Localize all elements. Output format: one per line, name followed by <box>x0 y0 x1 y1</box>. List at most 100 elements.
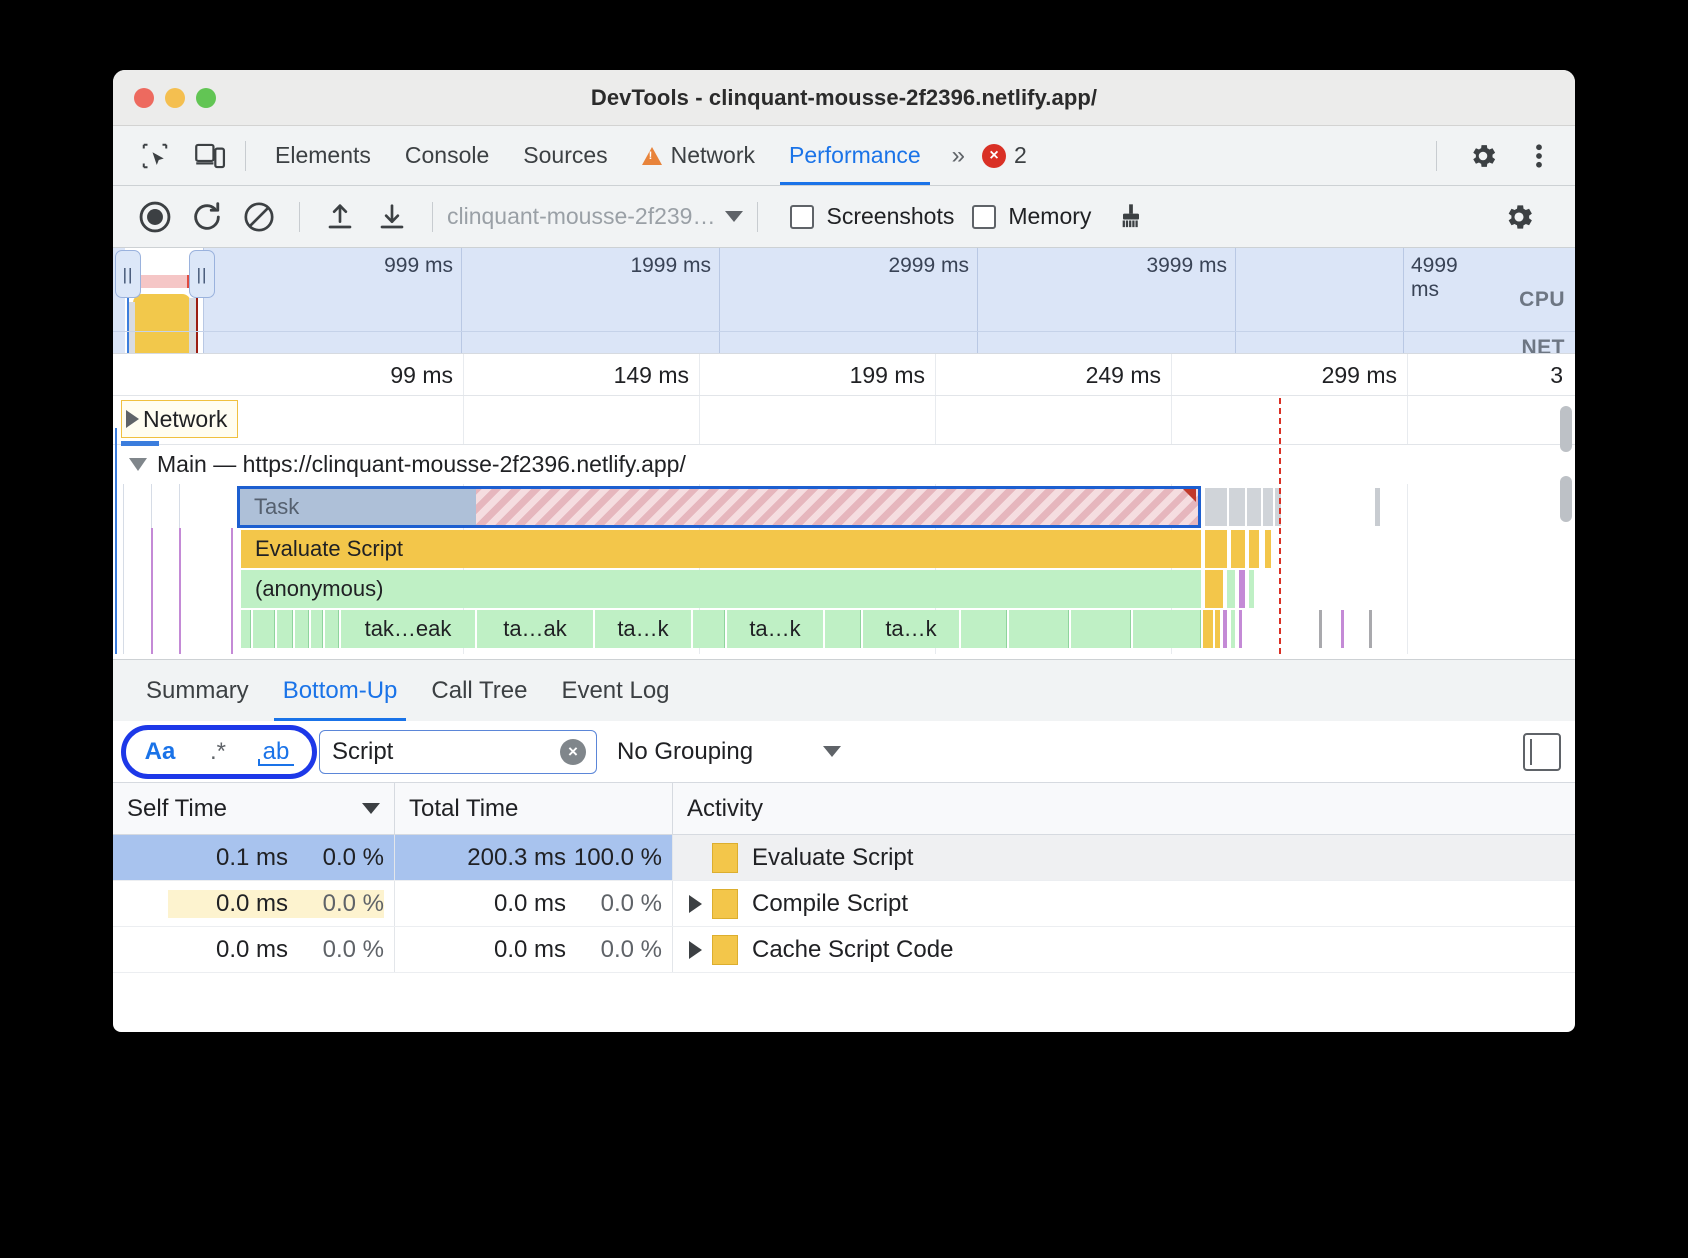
search-input[interactable] <box>330 736 560 767</box>
flame-scrollbar-thumb[interactable] <box>1560 476 1572 522</box>
table-row[interactable]: 0.1 ms 0.0 % 200.3 ms 100.0 % Evaluate S… <box>113 835 1575 881</box>
warning-triangle-icon <box>641 146 662 165</box>
flame-bar-label: ta…k <box>749 616 801 641</box>
flame-bar-label: (anonymous) <box>255 576 384 601</box>
tab-sources[interactable]: Sources <box>506 126 624 185</box>
maximize-window-button[interactable] <box>196 87 216 108</box>
memory-label: Memory <box>1008 203 1092 229</box>
clear-icon[interactable] <box>233 193 285 241</box>
flame-bar-evaluate-script[interactable]: Evaluate Script <box>241 530 1201 568</box>
bottom-up-table: Self Time Total Time Activity 0.1 ms 0.0… <box>113 783 1575 973</box>
upload-profile-icon[interactable] <box>314 193 366 241</box>
overview-tick: 2999 ms <box>888 254 969 277</box>
window-title-bar: DevTools - clinquant-mousse-2f2396.netli… <box>113 70 1575 126</box>
toolbar-divider <box>1436 140 1437 171</box>
toolbar-divider <box>432 201 433 232</box>
overview-left-handle[interactable]: || <box>115 250 141 298</box>
reload-record-icon[interactable] <box>181 193 233 241</box>
flame-bar-leaf[interactable]: ta…k <box>863 610 959 648</box>
tab-label: Performance <box>789 142 921 168</box>
table-row[interactable]: 0.0 ms 0.0 % 0.0 ms 0.0 % Cache Script C… <box>113 927 1575 973</box>
match-case-button[interactable]: Aa <box>131 730 189 774</box>
column-header-self-time[interactable]: Self Time <box>113 783 395 834</box>
profile-selector[interactable]: clinquant-mousse-2f239… <box>447 203 744 230</box>
inspect-element-icon[interactable] <box>133 134 177 178</box>
tab-label: Console <box>404 142 490 168</box>
tab-summary[interactable]: Summary <box>129 660 266 721</box>
gear-icon[interactable] <box>1461 134 1505 178</box>
ruler-tick: 199 ms <box>849 362 925 388</box>
tab-network[interactable]: Network <box>625 126 772 185</box>
cell-self-time: 0.0 ms 0.0 % <box>113 927 395 972</box>
toolbar-divider <box>299 201 300 232</box>
timeline-overview[interactable]: || || 999 ms 1999 ms 2999 ms 3999 ms 499… <box>113 248 1575 354</box>
self-time-ms: 0.1 ms <box>215 843 288 871</box>
flame-bar-label: Evaluate Script <box>255 536 403 561</box>
device-toolbar-icon[interactable] <box>189 134 233 178</box>
flame-bar-leaf[interactable]: ta…k <box>595 610 691 648</box>
match-whole-word-button[interactable]: ab <box>247 730 305 774</box>
checkbox-box <box>972 204 997 229</box>
screenshots-label: Screenshots <box>826 203 955 229</box>
activity-label: Compile Script <box>752 889 909 917</box>
details-tab-bar: Summary Bottom-Up Call Tree Event Log <box>113 659 1575 721</box>
flame-bar-leaf[interactable]: ta…ak <box>477 610 593 648</box>
ruler-tick: 149 ms <box>613 362 689 388</box>
error-count-badge[interactable]: × 2 <box>982 142 1027 169</box>
flame-bar-label: tak…eak <box>364 616 452 641</box>
column-label: Self Time <box>127 794 228 822</box>
collect-garbage-icon[interactable] <box>1105 193 1157 241</box>
network-track-label: Network <box>143 405 228 432</box>
tab-label: Summary <box>146 676 249 704</box>
grouping-dropdown[interactable]: No Grouping <box>617 738 842 766</box>
flame-bar-anonymous[interactable]: (anonymous) <box>241 570 1201 608</box>
flame-bar-leaf[interactable]: ta…k <box>727 610 823 648</box>
download-profile-icon[interactable] <box>366 193 418 241</box>
ruler-tick: 249 ms <box>1085 362 1161 388</box>
total-time-pct: 0.0 % <box>600 889 662 917</box>
memory-checkbox[interactable]: Memory <box>972 203 1091 230</box>
column-header-total-time[interactable]: Total Time <box>395 783 673 834</box>
flame-bar-task[interactable]: Task <box>237 486 1201 528</box>
tab-bottom-up[interactable]: Bottom-Up <box>266 660 415 721</box>
tab-elements[interactable]: Elements <box>258 126 388 185</box>
match-case-label: Aa <box>144 737 176 765</box>
timeline-ruler: 99 ms 149 ms 199 ms 249 ms 299 ms 3 <box>113 354 1575 396</box>
filter-input-wrapper[interactable]: × <box>319 729 597 774</box>
column-header-activity[interactable]: Activity <box>673 783 1575 834</box>
flame-bar-leaf[interactable]: tak…eak <box>341 610 475 648</box>
network-track[interactable]: Network <box>113 396 1575 444</box>
tab-label: Bottom-Up <box>282 676 398 704</box>
network-track-header[interactable]: Network <box>121 400 239 438</box>
self-time-pct: 0.0 % <box>322 843 384 871</box>
tab-performance[interactable]: Performance <box>772 126 938 185</box>
devtools-window: DevTools - clinquant-mousse-2f2396.netli… <box>113 70 1575 1032</box>
clear-input-icon[interactable]: × <box>560 738 586 765</box>
tab-console[interactable]: Console <box>388 126 506 185</box>
kebab-menu-icon[interactable] <box>1517 134 1561 178</box>
use-regex-button[interactable]: .* <box>189 730 247 774</box>
screenshots-checkbox[interactable]: Screenshots <box>790 203 954 230</box>
more-tabs-icon[interactable]: » <box>938 142 976 170</box>
flame-scrollbar-thumb[interactable] <box>1560 406 1572 452</box>
chevron-down-icon <box>725 211 744 222</box>
gear-icon[interactable] <box>1493 193 1545 241</box>
toolbar-divider <box>757 201 759 232</box>
overview-right-handle[interactable]: || <box>189 250 215 298</box>
row-expander-icon[interactable] <box>689 940 702 959</box>
total-time-pct: 0.0 % <box>600 935 662 963</box>
self-time-pct: 0.0 % <box>322 935 384 963</box>
close-window-button[interactable] <box>134 87 154 108</box>
flame-chart-rows[interactable]: Task Evaluate Script (anonymous) tak…eak… <box>113 398 1575 654</box>
tab-call-tree[interactable]: Call Tree <box>414 660 544 721</box>
flame-chart-area[interactable]: 99 ms 149 ms 199 ms 249 ms 299 ms 3 Netw… <box>113 354 1575 659</box>
show-sidebar-icon[interactable] <box>1523 732 1561 771</box>
minimize-window-button[interactable] <box>165 87 185 108</box>
total-time-ms: 200.3 ms <box>467 843 566 871</box>
record-circle-icon[interactable] <box>129 193 181 241</box>
table-row[interactable]: 0.0 ms 0.0 % 0.0 ms 0.0 % Compile Script <box>113 881 1575 927</box>
main-track-header[interactable]: Main — https://clinquant-mousse-2f2396.n… <box>113 441 1575 484</box>
row-expander-icon[interactable] <box>689 894 702 913</box>
tab-event-log[interactable]: Event Log <box>544 660 686 721</box>
window-controls <box>134 87 216 108</box>
